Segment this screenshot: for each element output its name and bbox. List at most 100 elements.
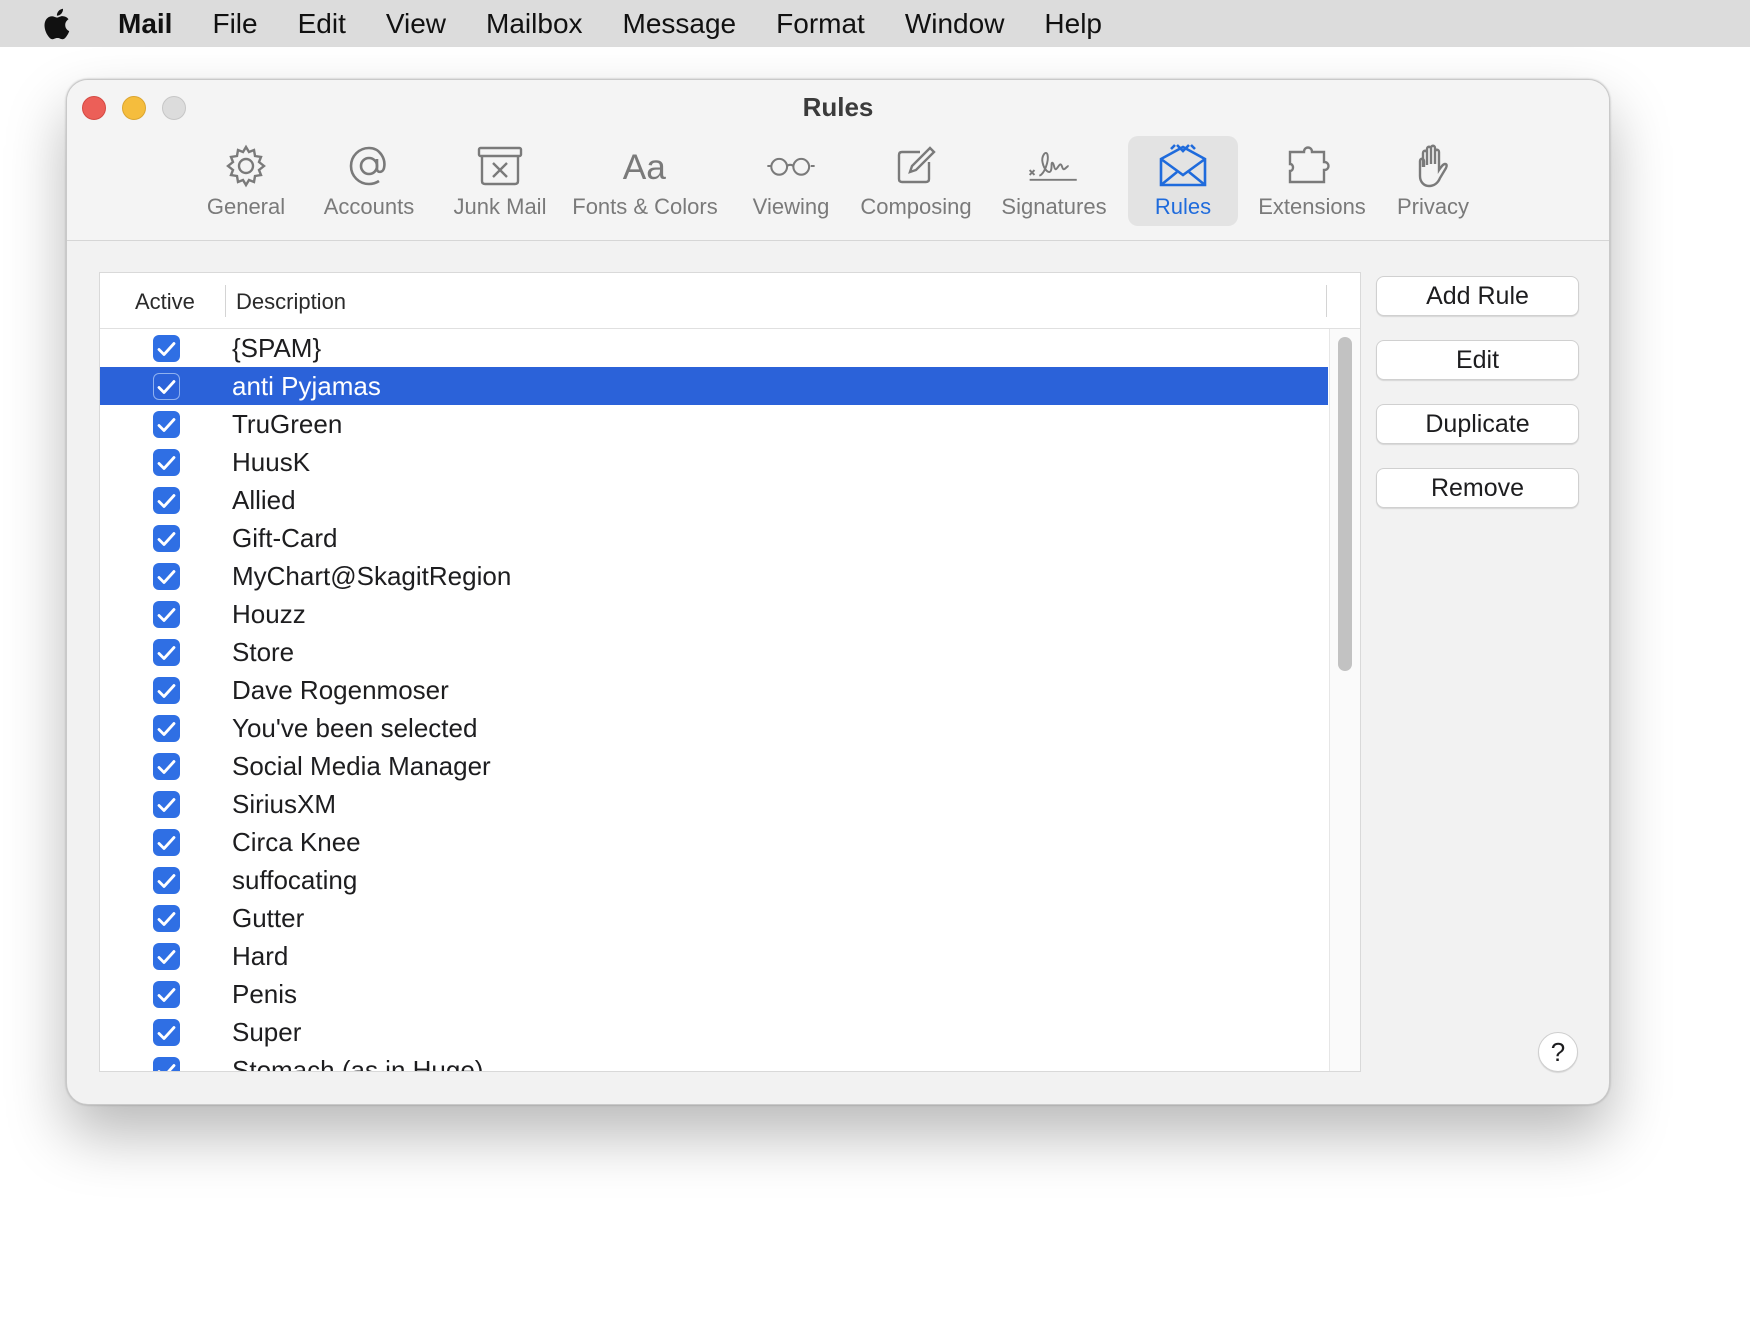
rule-description: Penis bbox=[232, 979, 298, 1009]
window-toolbar: Rules General Accounts Junk Mail Aa Font… bbox=[67, 80, 1609, 241]
active-checkbox[interactable] bbox=[153, 1057, 180, 1071]
vertical-scrollbar[interactable] bbox=[1329, 329, 1360, 1071]
table-row[interactable]: Houzz bbox=[100, 595, 1328, 633]
table-header: Active Description bbox=[100, 273, 1360, 329]
rule-description: You've been selected bbox=[232, 713, 478, 743]
column-header-active[interactable]: Active bbox=[135, 289, 195, 315]
table-row[interactable]: Gutter bbox=[100, 899, 1328, 937]
active-checkbox[interactable] bbox=[153, 791, 180, 818]
table-row[interactable]: anti Pyjamas bbox=[100, 367, 1328, 405]
checkmark-icon bbox=[157, 417, 176, 432]
remove-rule-button[interactable]: Remove bbox=[1376, 468, 1579, 508]
tab-signatures[interactable]: Signatures bbox=[989, 136, 1119, 226]
tab-extensions[interactable]: Extensions bbox=[1247, 136, 1377, 226]
column-header-description[interactable]: Description bbox=[236, 289, 346, 315]
checkmark-icon bbox=[157, 1063, 176, 1071]
tab-general-label: General bbox=[206, 194, 286, 219]
checkmark-icon bbox=[157, 797, 176, 812]
table-row[interactable]: Gift-Card bbox=[100, 519, 1328, 557]
active-checkbox[interactable] bbox=[153, 829, 180, 856]
active-checkbox[interactable] bbox=[153, 639, 180, 666]
active-checkbox[interactable] bbox=[153, 487, 180, 514]
menu-edit[interactable]: Edit bbox=[278, 0, 366, 47]
tab-rules-label: Rules bbox=[1154, 194, 1212, 219]
rule-description: Hard bbox=[232, 941, 289, 971]
table-row[interactable]: Penis bbox=[100, 975, 1328, 1013]
menu-format[interactable]: Format bbox=[756, 0, 885, 47]
menu-app-mail[interactable]: Mail bbox=[106, 0, 192, 47]
checkmark-icon bbox=[157, 607, 176, 622]
menu-window[interactable]: Window bbox=[885, 0, 1025, 47]
table-row[interactable]: suffocating bbox=[100, 861, 1328, 899]
tab-composing[interactable]: Composing bbox=[851, 136, 981, 226]
table-row[interactable]: Circa Knee bbox=[100, 823, 1328, 861]
rule-description: Dave Rogenmoser bbox=[232, 675, 449, 705]
active-checkbox[interactable] bbox=[153, 753, 180, 780]
table-row[interactable]: MyChart@SkagitRegion bbox=[100, 557, 1328, 595]
menu-view[interactable]: View bbox=[366, 0, 466, 47]
active-checkbox[interactable] bbox=[153, 867, 180, 894]
rule-description: anti Pyjamas bbox=[232, 371, 381, 401]
table-row[interactable]: Dave Rogenmoser bbox=[100, 671, 1328, 709]
rules-table: Active Description {SPAM} anti Pyjamas Tru… bbox=[99, 272, 1361, 1072]
rule-description: suffocating bbox=[232, 865, 358, 895]
tab-accounts[interactable]: Accounts bbox=[309, 136, 429, 226]
compose-icon bbox=[890, 140, 942, 192]
table-row[interactable]: HuusK bbox=[100, 443, 1328, 481]
duplicate-rule-button[interactable]: Duplicate bbox=[1376, 404, 1579, 444]
tab-general[interactable]: General bbox=[196, 136, 296, 226]
window-title: Rules bbox=[802, 92, 874, 122]
tab-rules[interactable]: Rules bbox=[1128, 136, 1238, 226]
edit-rule-button[interactable]: Edit bbox=[1376, 340, 1579, 380]
help-button[interactable]: ? bbox=[1538, 1032, 1578, 1072]
column-divider bbox=[225, 285, 226, 317]
tab-privacy[interactable]: Privacy bbox=[1383, 136, 1483, 226]
rule-description: Social Media Manager bbox=[232, 751, 491, 781]
menu-message[interactable]: Message bbox=[603, 0, 757, 47]
active-checkbox[interactable] bbox=[153, 1019, 180, 1046]
fonts-icon: Aa bbox=[619, 140, 671, 192]
menu-file[interactable]: File bbox=[192, 0, 277, 47]
tab-viewing[interactable]: Viewing bbox=[741, 136, 841, 226]
rule-description: Houzz bbox=[232, 599, 306, 629]
menu-help[interactable]: Help bbox=[1024, 0, 1122, 47]
checkmark-icon bbox=[157, 645, 176, 660]
table-row[interactable]: Allied bbox=[100, 481, 1328, 519]
table-row[interactable]: Social Media Manager bbox=[100, 747, 1328, 785]
active-checkbox[interactable] bbox=[153, 373, 180, 400]
add-rule-button[interactable]: Add Rule bbox=[1376, 276, 1579, 316]
apple-icon[interactable] bbox=[38, 6, 74, 42]
active-checkbox[interactable] bbox=[153, 981, 180, 1008]
active-checkbox[interactable] bbox=[153, 335, 180, 362]
active-checkbox[interactable] bbox=[153, 943, 180, 970]
tab-fonts-colors[interactable]: Aa Fonts & Colors bbox=[555, 136, 735, 226]
checkmark-icon bbox=[157, 949, 176, 964]
tab-accounts-label: Accounts bbox=[323, 194, 415, 219]
table-row[interactable]: Store bbox=[100, 633, 1328, 671]
active-checkbox[interactable] bbox=[153, 525, 180, 552]
active-checkbox[interactable] bbox=[153, 677, 180, 704]
menu-mailbox[interactable]: Mailbox bbox=[466, 0, 602, 47]
rule-description: HuusK bbox=[232, 447, 311, 477]
rules-envelope-icon bbox=[1157, 140, 1209, 192]
checkmark-icon bbox=[157, 531, 176, 546]
rule-description: Gift-Card bbox=[232, 523, 338, 553]
rule-description: Circa Knee bbox=[232, 827, 361, 857]
hand-icon bbox=[1407, 140, 1459, 192]
table-row[interactable]: SiriusXM bbox=[100, 785, 1328, 823]
table-row[interactable]: You've been selected bbox=[100, 709, 1328, 747]
active-checkbox[interactable] bbox=[153, 449, 180, 476]
rules-list: {SPAM} anti Pyjamas TruGreen HuusK Allied Gif… bbox=[100, 329, 1328, 1071]
table-row[interactable]: Hard bbox=[100, 937, 1328, 975]
active-checkbox[interactable] bbox=[153, 905, 180, 932]
table-row[interactable]: Super bbox=[100, 1013, 1328, 1051]
table-row[interactable]: {SPAM} bbox=[100, 329, 1328, 367]
table-row[interactable]: TruGreen bbox=[100, 405, 1328, 443]
scrollbar-thumb[interactable] bbox=[1338, 337, 1352, 671]
tab-junk-mail[interactable]: Junk Mail bbox=[435, 136, 565, 226]
active-checkbox[interactable] bbox=[153, 563, 180, 590]
active-checkbox[interactable] bbox=[153, 601, 180, 628]
active-checkbox[interactable] bbox=[153, 715, 180, 742]
active-checkbox[interactable] bbox=[153, 411, 180, 438]
table-row[interactable]: Stomach (as in Huge) bbox=[100, 1051, 1328, 1071]
